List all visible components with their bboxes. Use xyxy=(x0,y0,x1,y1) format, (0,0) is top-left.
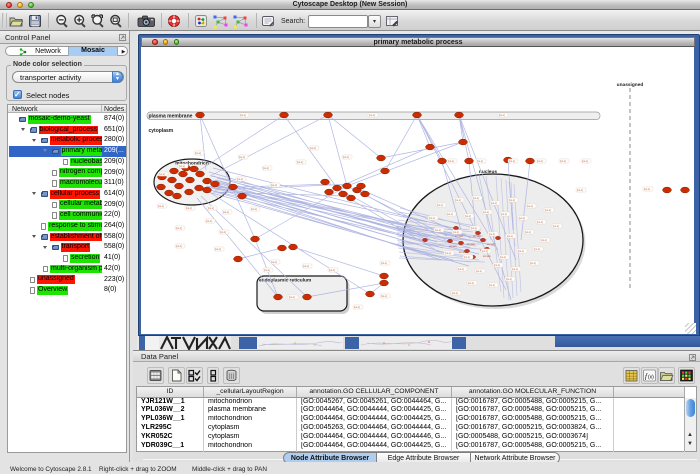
svg-text:[xx-x]: [xx-x] xyxy=(455,199,461,202)
svg-text:[xx-x]: [xx-x] xyxy=(186,207,192,210)
svg-text:[xx-x]: [xx-x] xyxy=(240,114,246,117)
svg-text:[xx-x]: [xx-x] xyxy=(303,265,309,268)
svg-text:[xx-x]: [xx-x] xyxy=(534,248,540,251)
svg-text:[xx-x]: [xx-x] xyxy=(482,250,488,253)
svg-text:[xx-x]: [xx-x] xyxy=(239,156,245,159)
svg-text:[xx-x]: [xx-x] xyxy=(519,217,525,220)
svg-text:[xx-x]: [xx-x] xyxy=(512,268,518,271)
svg-text:(x): (x) xyxy=(648,375,654,381)
svg-text:[xx-x]: [xx-x] xyxy=(195,152,201,155)
svg-text:[xx-x]: [xx-x] xyxy=(369,114,375,117)
svg-text:[xx-x]: [xx-x] xyxy=(435,229,441,232)
svg-text:[xx-x]: [xx-x] xyxy=(560,160,566,163)
svg-text:[xx-x]: [xx-x] xyxy=(251,208,257,211)
svg-text:[xx-x]: [xx-x] xyxy=(381,262,387,265)
svg-text:[xx-x]: [xx-x] xyxy=(179,165,185,168)
svg-text:[xx-x]: [xx-x] xyxy=(468,282,474,285)
svg-text:[xx-x]: [xx-x] xyxy=(381,295,387,298)
svg-text:[xx-x]: [xx-x] xyxy=(491,202,497,205)
svg-text:[xx-x]: [xx-x] xyxy=(506,278,512,281)
svg-text:[xx-x]: [xx-x] xyxy=(537,160,543,163)
svg-text:[xx-x]: [xx-x] xyxy=(271,184,277,187)
svg-text:[xx-x]: [xx-x] xyxy=(527,205,533,208)
svg-text:[xx-x]: [xx-x] xyxy=(447,213,453,216)
svg-text:unassigned: unassigned xyxy=(617,82,644,88)
svg-text:[xx-x]: [xx-x] xyxy=(530,262,536,265)
svg-text:[xx-x]: [xx-x] xyxy=(458,268,464,271)
svg-text:[xx-x]: [xx-x] xyxy=(541,239,547,242)
svg-text:[xx-x]: [xx-x] xyxy=(545,209,551,212)
svg-text:xx:xxx: xx:xxx xyxy=(487,242,495,246)
svg-text:[xx-x]: [xx-x] xyxy=(158,205,164,208)
svg-text:[xx-x]: [xx-x] xyxy=(518,250,524,253)
svg-text:plasma membrane: plasma membrane xyxy=(149,114,193,120)
svg-text:[xx-x]: [xx-x] xyxy=(264,269,270,272)
svg-text:[xx-x]: [xx-x] xyxy=(206,220,212,223)
svg-text:[xx-x]: [xx-x] xyxy=(494,264,500,267)
svg-text:[xx-x]: [xx-x] xyxy=(429,217,435,220)
svg-text:[xx-x]: [xx-x] xyxy=(577,189,583,192)
svg-text:[xx-x]: [xx-x] xyxy=(582,160,588,163)
svg-text:[xx-x]: [xx-x] xyxy=(237,178,243,181)
svg-text:[xx-x]: [xx-x] xyxy=(263,167,269,170)
svg-text:endoplasmic reticulum: endoplasmic reticulum xyxy=(259,278,311,284)
svg-text:[xx-x]: [xx-x] xyxy=(297,161,303,164)
svg-text:[xx-x]: [xx-x] xyxy=(329,269,335,272)
svg-text:[xx-x]: [xx-x] xyxy=(220,231,226,234)
svg-text:[xx-x]: [xx-x] xyxy=(507,235,513,238)
svg-text:[xx-x]: [xx-x] xyxy=(208,207,214,210)
svg-text:[xx-x]: [xx-x] xyxy=(499,114,505,117)
svg-text:[xx-x]: [xx-x] xyxy=(271,261,277,264)
svg-text:[xx-x]: [xx-x] xyxy=(448,160,454,163)
svg-text:[xx-x]: [xx-x] xyxy=(465,215,471,218)
svg-text:[xx-x]: [xx-x] xyxy=(354,306,360,309)
svg-text:[xx-x]: [xx-x] xyxy=(289,296,295,299)
svg-text:[xx-x]: [xx-x] xyxy=(525,231,531,234)
svg-text:[xx-x]: [xx-x] xyxy=(471,227,477,230)
svg-text:[xx-x]: [xx-x] xyxy=(445,252,451,255)
svg-text:[xx-x]: [xx-x] xyxy=(509,160,515,163)
svg-text:[xx-x]: [xx-x] xyxy=(509,199,515,202)
svg-text:[xx-x]: [xx-x] xyxy=(537,221,543,224)
svg-text:[xx-x]: [xx-x] xyxy=(452,292,458,295)
svg-text:[xx-x]: [xx-x] xyxy=(215,248,221,251)
svg-text:[xx-x]: [xx-x] xyxy=(343,156,349,159)
svg-text:[xx-x]: [xx-x] xyxy=(489,233,495,236)
svg-text:[xx-x]: [xx-x] xyxy=(473,197,479,200)
svg-text:xx:xxx: xx:xxx xyxy=(467,242,475,246)
svg-text:[xx-x]: [xx-x] xyxy=(223,211,229,214)
svg-text:[xx-x]: [xx-x] xyxy=(453,231,459,234)
svg-text:[xx-x]: [xx-x] xyxy=(644,188,650,191)
svg-text:[xx-x]: [xx-x] xyxy=(553,225,559,228)
svg-text:xx:xxx: xx:xxx xyxy=(455,234,463,238)
svg-text:[xx-x]: [xx-x] xyxy=(476,270,482,273)
svg-text:[xx-x]: [xx-x] xyxy=(483,211,489,214)
svg-text:[xx-x]: [xx-x] xyxy=(176,245,182,248)
svg-text:[xx-x]: [xx-x] xyxy=(159,173,165,176)
svg-text:xx:xxx: xx:xxx xyxy=(449,244,457,248)
svg-text:[xx-x]: [xx-x] xyxy=(501,213,507,216)
svg-text:[xx-x]: [xx-x] xyxy=(464,256,470,259)
svg-text:[xx-x]: [xx-x] xyxy=(489,284,495,287)
svg-text:[xx-x]: [xx-x] xyxy=(176,227,182,230)
svg-text:[xx-x]: [xx-x] xyxy=(500,256,506,259)
svg-text:xx:xxx: xx:xxx xyxy=(459,250,467,254)
svg-text:xx:xxx: xx:xxx xyxy=(473,234,481,238)
svg-text:[xx-x]: [xx-x] xyxy=(310,147,316,150)
svg-text:[xx-x]: [xx-x] xyxy=(477,160,483,163)
svg-text:xx:xxx: xx:xxx xyxy=(483,254,491,258)
svg-text:cytoplasm: cytoplasm xyxy=(149,128,174,134)
svg-text:[xx-x]: [xx-x] xyxy=(437,204,443,207)
